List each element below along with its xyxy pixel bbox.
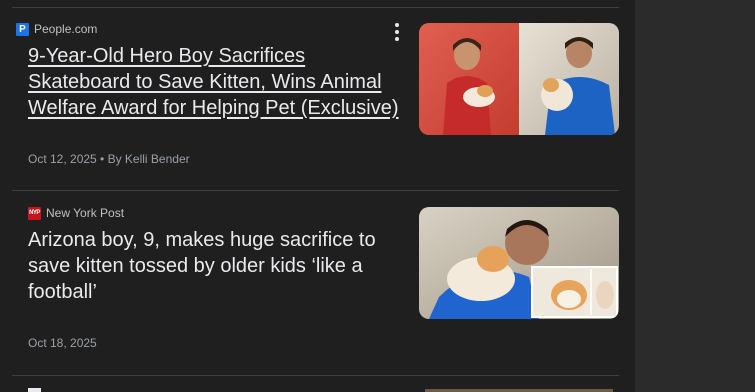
source-name: People.com [34,22,98,36]
people-favicon-icon: P [16,22,29,36]
article-thumbnail[interactable] [419,207,619,319]
next-card-favicon-icon [28,388,41,392]
source-row[interactable]: NYP New York Post [28,206,124,220]
article-meta: Oct 12, 2025 • By Kelli Bender [28,152,190,166]
headline-link[interactable]: Arizona boy, 9, makes huge sacrifice to … [28,227,388,305]
card-divider [12,375,619,376]
headline-link[interactable]: 9-Year-Old Hero Boy Sacrifices Skateboar… [28,43,406,121]
more-options-icon[interactable] [388,22,406,42]
card-divider [12,190,619,191]
right-side-panel [635,0,755,392]
article-thumbnail[interactable] [419,23,619,135]
nypost-favicon-icon: NYP [28,206,41,220]
top-divider [12,7,619,8]
thumbnail-image [419,23,619,135]
news-results-page: P People.com 9-Year-Old Hero Boy Sacrifi… [0,0,755,392]
article-meta: Oct 18, 2025 [28,336,97,350]
source-name: New York Post [46,206,125,220]
source-row[interactable]: P People.com [16,22,97,36]
thumbnail-image [419,207,619,319]
